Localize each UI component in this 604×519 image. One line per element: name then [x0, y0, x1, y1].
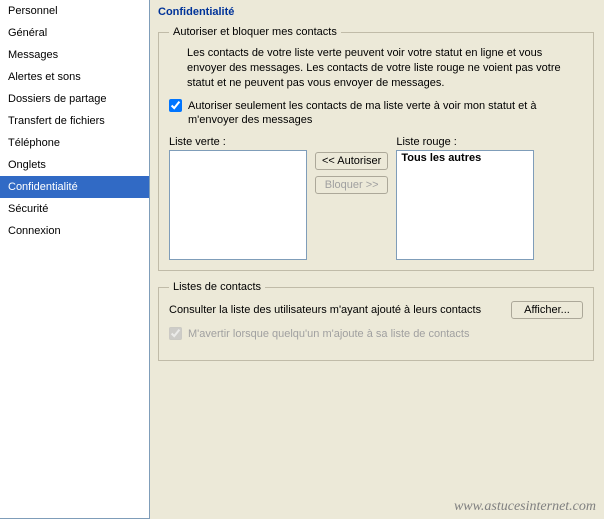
sidebar-item-onglets[interactable]: Onglets [0, 154, 149, 176]
red-listbox[interactable]: Tous les autres [396, 150, 534, 260]
view-button[interactable]: Afficher... [511, 301, 583, 319]
page-title: Confidentialité [158, 6, 594, 18]
sidebar-item-dossiers[interactable]: Dossiers de partage [0, 88, 149, 110]
checkbox-notify-added [169, 327, 182, 340]
group-contact-lists: Listes de contacts Consulter la liste de… [158, 281, 594, 361]
allow-block-description: Les contacts de votre liste verte peuven… [187, 46, 583, 91]
group-allow-block: Autoriser et bloquer mes contacts Les co… [158, 26, 594, 271]
sidebar-item-transfert[interactable]: Transfert de fichiers [0, 110, 149, 132]
block-button: Bloquer >> [315, 176, 388, 194]
sidebar-item-confidentialite[interactable]: Confidentialité [0, 176, 149, 198]
checkbox-green-only[interactable] [169, 99, 182, 112]
sidebar-item-messages[interactable]: Messages [0, 44, 149, 66]
red-list-label: Liste rouge : [396, 136, 534, 148]
group-contacts-legend: Listes de contacts [169, 281, 265, 293]
group-allow-legend: Autoriser et bloquer mes contacts [169, 26, 341, 38]
checkbox-notify-label: M'avertir lorsque quelqu'un m'ajoute à s… [188, 327, 469, 342]
checkbox-green-only-label: Autoriser seulement les contacts de ma l… [188, 99, 583, 129]
sidebar-item-general[interactable]: Général [0, 22, 149, 44]
sidebar-item-personnel[interactable]: Personnel [0, 0, 149, 22]
green-list-label: Liste verte : [169, 136, 307, 148]
sidebar-item-alertes[interactable]: Alertes et sons [0, 66, 149, 88]
consult-text: Consulter la liste des utilisateurs m'ay… [169, 304, 481, 316]
sidebar-item-telephone[interactable]: Téléphone [0, 132, 149, 154]
authorize-button[interactable]: << Autoriser [315, 152, 388, 170]
main-panel: Confidentialité Autoriser et bloquer mes… [150, 0, 604, 519]
red-list-item[interactable]: Tous les autres [397, 151, 533, 165]
sidebar-item-securite[interactable]: Sécurité [0, 198, 149, 220]
green-listbox[interactable] [169, 150, 307, 260]
settings-sidebar: Personnel Général Messages Alertes et so… [0, 0, 150, 519]
sidebar-item-connexion[interactable]: Connexion [0, 220, 149, 242]
